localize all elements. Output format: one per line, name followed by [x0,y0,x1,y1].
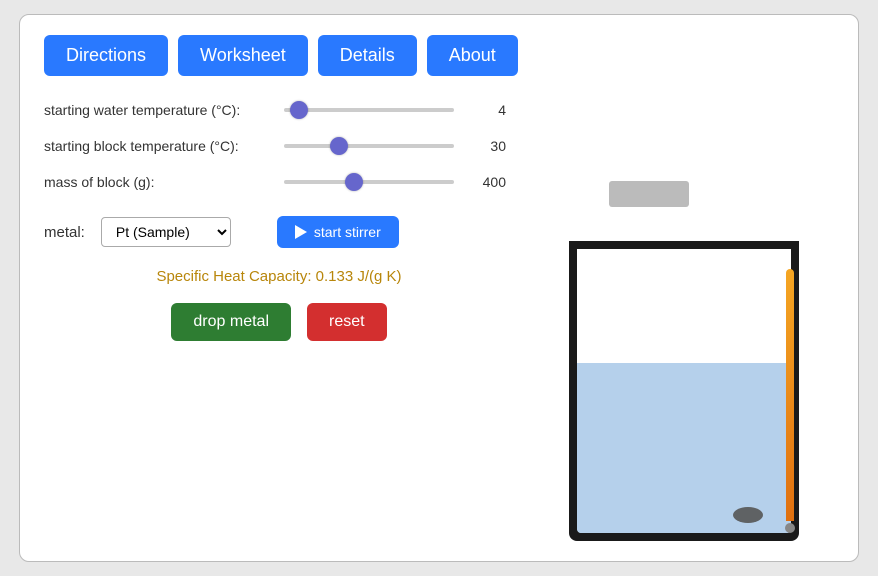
metal-row: metal: Pt (Sample) Al (Aluminum) Cu (Cop… [44,216,514,248]
water-temp-row: starting water temperature (°C): 4 [44,102,514,118]
mass-slider[interactable] [284,180,454,184]
about-button[interactable]: About [427,35,518,76]
block-temp-row: starting block temperature (°C): 30 [44,138,514,154]
calorimeter-inner [577,249,791,533]
controls-panel: starting water temperature (°C): 4 start… [44,98,514,541]
mass-row: mass of block (g): 400 [44,174,514,190]
calorimeter-outer [569,241,799,541]
water-temp-slider[interactable] [284,108,454,112]
start-stirrer-label: start stirrer [314,224,381,240]
water-temp-value: 4 [464,102,506,118]
header-buttons: Directions Worksheet Details About [44,35,834,76]
visualization-panel: // ticks drawn below in inline SVG [534,98,834,541]
gray-block [609,181,689,207]
action-buttons: drop metal reset [44,303,514,341]
details-button[interactable]: Details [318,35,417,76]
main-card: Directions Worksheet Details About start… [19,14,859,562]
calorimeter: // ticks drawn below in inline SVG [549,181,819,541]
mass-value: 400 [464,174,506,190]
thermo-right-tube [786,269,794,521]
water-fill [577,363,791,533]
metal-label: metal: [44,224,85,241]
worksheet-button[interactable]: Worksheet [178,35,308,76]
content-area: starting water temperature (°C): 4 start… [44,98,834,541]
metal-weight [733,507,763,523]
drop-metal-button[interactable]: drop metal [171,303,291,341]
block-temp-slider[interactable] [284,144,454,148]
metal-thermometer [785,269,795,533]
specific-heat-display: Specific Heat Capacity: 0.133 J/(g K) [44,268,514,285]
mass-label: mass of block (g): [44,174,284,190]
block-temp-label: starting block temperature (°C): [44,138,284,154]
reset-button[interactable]: reset [307,303,387,341]
directions-button[interactable]: Directions [44,35,168,76]
water-temp-label: starting water temperature (°C): [44,102,284,118]
block-temp-value: 30 [464,138,506,154]
metal-select[interactable]: Pt (Sample) Al (Aluminum) Cu (Copper) Fe… [101,217,231,247]
play-icon [295,225,307,239]
start-stirrer-button[interactable]: start stirrer [277,216,399,248]
thermo-right-end [785,523,795,533]
